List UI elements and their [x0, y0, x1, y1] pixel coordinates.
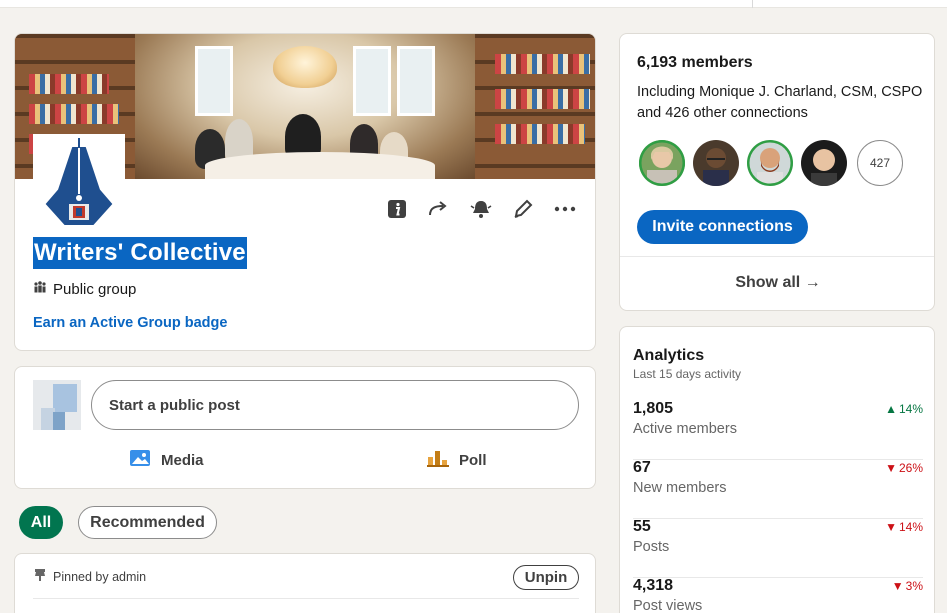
member-avatar[interactable]: [637, 138, 687, 188]
member-avatar[interactable]: [691, 138, 741, 188]
analytics-row[interactable]: 67 New members ▼ 26%: [633, 459, 923, 519]
trend-down-icon: ▼: [885, 461, 897, 475]
post-composer: Start a public post Media Poll: [14, 366, 596, 489]
poll-icon: [427, 449, 449, 471]
trend-up-icon: ▲: [885, 402, 897, 416]
invite-connections-button[interactable]: Invite connections: [637, 210, 808, 244]
analytics-change: ▼ 26%: [885, 461, 923, 475]
analytics-row[interactable]: 1,805 Active members ▲ 14%: [633, 400, 923, 460]
media-label: Media: [161, 451, 204, 469]
analytics-label: New members: [633, 480, 727, 496]
analytics-value: 67: [633, 459, 651, 476]
members-card: 6,193 members Including Monique J. Charl…: [619, 33, 935, 311]
pencil-icon[interactable]: [511, 197, 535, 221]
show-all-members-link[interactable]: Show all →: [620, 274, 934, 292]
poll-button[interactable]: Poll: [427, 447, 487, 473]
analytics-change-value: 14%: [898, 520, 923, 534]
analytics-change: ▲ 14%: [885, 402, 923, 416]
trend-down-icon: ▼: [891, 579, 904, 593]
analytics-change: ▼ 3%: [892, 579, 923, 593]
analytics-change-value: 26%: [898, 461, 923, 475]
group-type: Public group: [33, 280, 136, 298]
trend-down-icon: ▼: [885, 520, 897, 534]
image-icon: [129, 449, 151, 471]
group-title: Writers' Collective: [33, 237, 247, 269]
unpin-button[interactable]: Unpin: [513, 565, 579, 590]
analytics-value: 1,805: [633, 400, 674, 417]
share-icon[interactable]: [427, 197, 451, 221]
analytics-value: 55: [633, 518, 651, 535]
analytics-change-value: 14%: [898, 402, 923, 416]
analytics-change-value: 3%: [905, 579, 923, 593]
analytics-row[interactable]: 55 Posts ▼ 14%: [633, 518, 923, 578]
member-avatars: 427: [637, 138, 903, 188]
group-actions: [385, 197, 577, 221]
analytics-subtitle: Last 15 days activity: [633, 367, 742, 381]
group-header-card: Writers' Collective Public group Earn an…: [14, 33, 596, 351]
top-strip: [0, 0, 947, 8]
analytics-row[interactable]: 4,318 Post views ▼ 3%: [633, 577, 923, 613]
people-icon: [33, 280, 47, 298]
members-description: Including Monique J. Charland, CSM, CSPO…: [637, 84, 923, 121]
member-avatar[interactable]: [799, 138, 849, 188]
pinned-label-text: Pinned by admin: [53, 569, 147, 584]
divider: [33, 598, 579, 599]
info-icon[interactable]: [385, 197, 409, 221]
member-avatar[interactable]: [745, 138, 795, 188]
divider: [620, 256, 934, 257]
analytics-title: Analytics: [633, 347, 705, 364]
pinned-label: Pinned by admin: [33, 568, 146, 585]
group-type-label: Public group: [53, 280, 137, 298]
start-post-input[interactable]: Start a public post: [91, 380, 579, 430]
filter-recommended-pill[interactable]: Recommended: [78, 506, 217, 539]
media-button[interactable]: Media: [129, 447, 204, 473]
pin-icon: [33, 568, 47, 585]
more-members-count[interactable]: 427: [857, 140, 903, 186]
analytics-label: Active members: [633, 421, 737, 437]
analytics-card: Analytics Last 15 days activity 1,805 Ac…: [619, 326, 935, 613]
analytics-value: 4,318: [633, 577, 674, 594]
top-strip-divider: [752, 0, 753, 8]
filter-all-pill[interactable]: All: [19, 506, 63, 539]
avatar: [33, 380, 81, 430]
analytics-label: Post views: [633, 598, 703, 613]
members-count: 6,193 members: [637, 54, 753, 71]
bell-icon[interactable]: [469, 197, 493, 221]
pinned-post-card: Pinned by admin Unpin: [14, 553, 596, 613]
analytics-label: Posts: [633, 539, 670, 555]
poll-label: Poll: [459, 451, 487, 469]
more-icon[interactable]: [553, 197, 577, 221]
group-logo: [33, 134, 125, 226]
analytics-change: ▼ 14%: [885, 520, 923, 534]
active-group-badge-link[interactable]: Earn an Active Group badge: [33, 315, 227, 331]
